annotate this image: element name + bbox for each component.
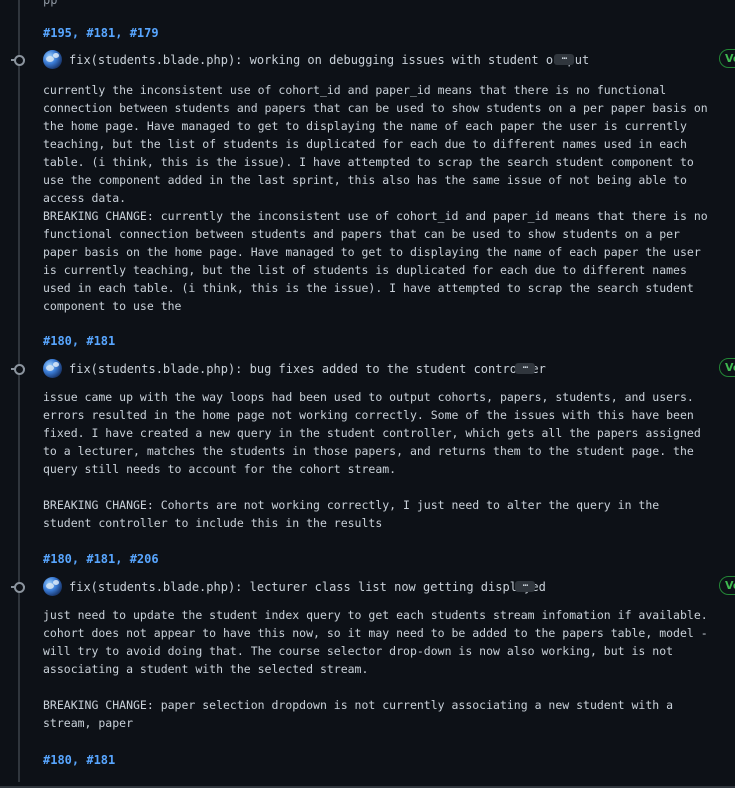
commit-header: fix(students.blade.php): bug fixes added… xyxy=(0,358,735,383)
expand-description-button[interactable]: … xyxy=(515,580,535,592)
avatar[interactable] xyxy=(43,50,62,69)
commit-history-page: pp #195, #181, #179 fix(students.blade.p… xyxy=(0,0,735,788)
avatar[interactable] xyxy=(43,577,62,596)
commit-title-link[interactable]: fix(students.blade.php): working on debu… xyxy=(69,52,589,68)
commit-description: issue came up with the way loops had bee… xyxy=(43,390,708,476)
breaking-change-note: BREAKING CHANGE: paper selection dropdow… xyxy=(43,698,680,730)
verified-badge[interactable]: Ve xyxy=(719,576,735,595)
commit-title-link[interactable]: fix(students.blade.php): bug fixes added… xyxy=(69,361,546,377)
issue-references[interactable]: #180, #181 xyxy=(43,333,115,349)
issue-references[interactable]: #180, #181, #206 xyxy=(43,551,159,567)
commit-node-icon xyxy=(11,55,25,66)
issue-references[interactable]: #180, #181 xyxy=(43,752,115,768)
commit-header: fix(students.blade.php): working on debu… xyxy=(0,49,735,74)
expand-description-button[interactable]: … xyxy=(554,53,574,65)
issue-references[interactable]: #195, #181, #179 xyxy=(43,25,159,41)
verified-badge[interactable]: Ve xyxy=(719,358,735,377)
commit-title-link[interactable]: fix(students.blade.php): lecturer class … xyxy=(69,579,546,595)
commit-node-icon xyxy=(11,582,25,593)
expand-description-button[interactable]: … xyxy=(515,362,535,374)
commit-description: just need to update the student index qu… xyxy=(43,608,715,676)
avatar[interactable] xyxy=(43,359,62,378)
breaking-change-note: BREAKING CHANGE: currently the inconsist… xyxy=(43,209,715,313)
timeline-line xyxy=(18,0,20,782)
commit-node-icon xyxy=(11,364,25,375)
commit-header: fix(students.blade.php): lecturer class … xyxy=(0,576,735,601)
previous-commit-text-fragment: pp xyxy=(43,0,58,7)
commit-description: currently the inconsistent use of cohort… xyxy=(43,83,715,205)
verified-badge[interactable]: Ve xyxy=(719,49,735,68)
breaking-change-note: BREAKING CHANGE: Cohorts are not working… xyxy=(43,498,667,530)
